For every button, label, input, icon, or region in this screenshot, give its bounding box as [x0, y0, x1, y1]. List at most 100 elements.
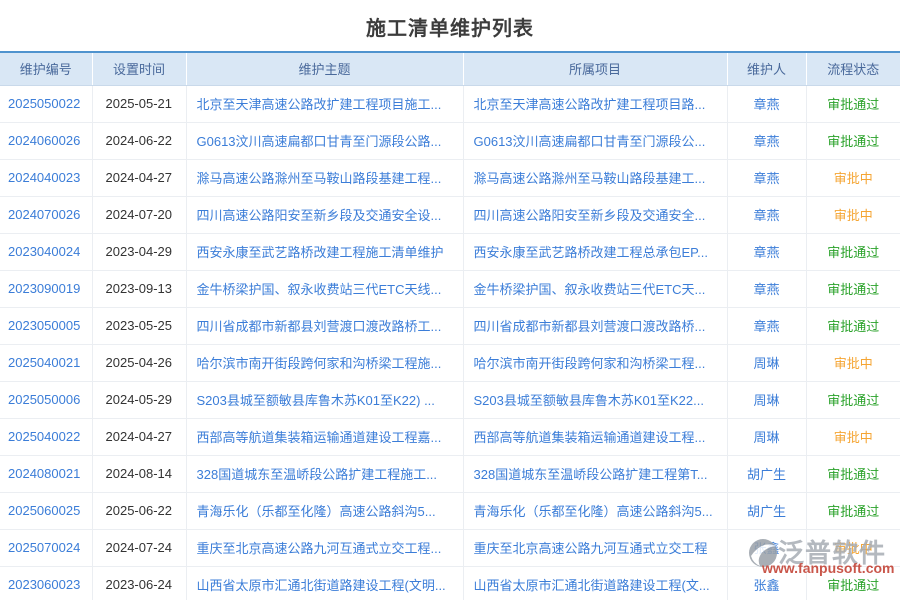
maintenance-id-link[interactable]: 2024070026 [8, 207, 80, 222]
project-link-cell: S203县城至额敏县库鲁木苏K01至K22... [463, 381, 727, 418]
maintenance-id-link[interactable]: 2024080021 [8, 466, 80, 481]
maintenance-id-link[interactable]: 2025050006 [8, 392, 80, 407]
maintenance-id-link[interactable]: 2025040022 [8, 429, 80, 444]
maintenance-id-link[interactable]: 2023060023 [8, 577, 80, 592]
status-badge-cell: 审批中 [806, 159, 900, 196]
maintainer-text-cell: 周琳 [727, 418, 806, 455]
subject-link-cell: 西部高等航道集装箱运输通道建设工程嘉... [186, 418, 463, 455]
project-link[interactable]: S203县城至额敏县库鲁木苏K01至K22... [474, 393, 704, 408]
set-date-text: 2023-09-13 [106, 281, 173, 296]
subject-link[interactable]: 四川省成都市新都县刘营渡口渡改路桥工... [197, 319, 442, 334]
maintainer-text: 周琳 [753, 393, 779, 408]
maintenance-id-link-cell: 2025050006 [0, 381, 92, 418]
set-date-text-cell: 2023-05-25 [92, 307, 186, 344]
status-badge: 审批通过 [827, 578, 879, 593]
maintenance-id-link-cell: 2023090019 [0, 270, 92, 307]
status-badge: 审批通过 [827, 319, 879, 334]
set-date-text: 2024-04-27 [106, 170, 173, 185]
subject-link[interactable]: S203县城至额敏县库鲁木苏K01至K22) ... [197, 393, 435, 408]
table-row: 2025040021 2025-04-26 哈尔滨市南开街段跨何家和沟桥梁工程施..… [0, 344, 900, 381]
status-badge-cell: 审批中 [806, 529, 900, 566]
maintenance-id-link-cell: 2023050005 [0, 307, 92, 344]
set-date-text: 2024-04-27 [106, 429, 173, 444]
project-link[interactable]: 328国道城东至温峤段公路扩建工程第T... [474, 467, 708, 482]
project-link[interactable]: 西部高等航道集装箱运输通道建设工程... [474, 430, 706, 445]
table-row: 2025060025 2025-06-22 青海乐化（乐都至化隆）高速公路斜沟5..… [0, 492, 900, 529]
subject-link[interactable]: 西安永康至武艺路桥改建工程施工清单维护 [197, 245, 444, 260]
column-header-maintainer: 维护人 [727, 52, 806, 85]
project-link-cell: 青海乐化（乐都至化隆）高速公路斜沟5... [463, 492, 727, 529]
project-link[interactable]: 四川省成都市新都县刘营渡口渡改路桥... [474, 319, 706, 334]
project-link[interactable]: 滁马高速公路滁州至马鞍山路段基建工... [474, 171, 706, 186]
set-date-text: 2024-06-22 [106, 133, 173, 148]
maintainer-text: 胡广生 [747, 504, 786, 519]
maintainer-text: 章燕 [753, 97, 779, 112]
set-date-text-cell: 2024-07-20 [92, 196, 186, 233]
project-link[interactable]: 重庆至北京高速公路九河互通式立交工程 [474, 541, 708, 556]
status-badge: 审批通过 [827, 245, 879, 260]
table-row: 2024070026 2024-07-20 四川高速公路阳安至新乡段及交通安全设..… [0, 196, 900, 233]
maintenance-id-link[interactable]: 2023090019 [8, 281, 80, 296]
maintainer-text: 章燕 [753, 282, 779, 297]
subject-link[interactable]: 哈尔滨市南开街段跨何家和沟桥梁工程施... [197, 356, 442, 371]
maintenance-id-link[interactable]: 2025060025 [8, 503, 80, 518]
column-header-id: 维护编号 [0, 52, 92, 85]
status-badge: 审批中 [834, 356, 873, 371]
subject-link[interactable]: G0613汶川高速扁都口甘青至门源段公路... [197, 134, 442, 149]
set-date-text-cell: 2025-05-21 [92, 85, 186, 122]
subject-link[interactable]: 328国道城东至温峤段公路扩建工程施工... [197, 467, 438, 482]
set-date-text-cell: 2024-06-22 [92, 122, 186, 159]
maintenance-id-link[interactable]: 2025070024 [8, 540, 80, 555]
status-badge-cell: 审批通过 [806, 381, 900, 418]
table-row: 2024040023 2024-04-27 滁马高速公路滁州至马鞍山路段基建工程..… [0, 159, 900, 196]
maintenance-id-link[interactable]: 2025040021 [8, 355, 80, 370]
project-link[interactable]: 哈尔滨市南开街段跨何家和沟桥梁工程... [474, 356, 706, 371]
maintenance-id-link[interactable]: 2024040023 [8, 170, 80, 185]
status-badge: 审批通过 [827, 282, 879, 297]
column-header-date: 设置时间 [92, 52, 186, 85]
project-link[interactable]: 四川高速公路阳安至新乡段及交通安全... [474, 208, 706, 223]
maintainer-text: 周琳 [753, 356, 779, 371]
subject-link[interactable]: 重庆至北京高速公路九河互通式立交工程... [197, 541, 442, 556]
project-link-cell: 北京至天津高速公路改扩建工程项目路... [463, 85, 727, 122]
subject-link[interactable]: 滁马高速公路滁州至马鞍山路段基建工程... [197, 171, 442, 186]
maintenance-id-link[interactable]: 2023040024 [8, 244, 80, 259]
subject-link[interactable]: 西部高等航道集装箱运输通道建设工程嘉... [197, 430, 442, 445]
project-link[interactable]: 山西省太原市汇通北街道路建设工程(文... [474, 578, 710, 593]
project-link[interactable]: 青海乐化（乐都至化隆）高速公路斜沟5... [474, 504, 713, 519]
maintainer-text-cell: 章燕 [727, 85, 806, 122]
table-row: 20240800212024-08-14328国道城东至温峤段公路扩建工程施工.… [0, 455, 900, 492]
maintenance-id-link[interactable]: 2023050005 [8, 318, 80, 333]
maintenance-id-link[interactable]: 2025050022 [8, 96, 80, 111]
status-badge-cell: 审批中 [806, 418, 900, 455]
subject-link[interactable]: 青海乐化（乐都至化隆）高速公路斜沟5... [197, 504, 436, 519]
maintainer-text-cell: 章燕 [727, 270, 806, 307]
subject-link-cell: 四川省成都市新都县刘营渡口渡改路桥工... [186, 307, 463, 344]
maintainer-text: 胡广生 [747, 467, 786, 482]
subject-link[interactable]: 山西省太原市汇通北街道路建设工程(文明... [197, 578, 446, 593]
set-date-text-cell: 2023-09-13 [92, 270, 186, 307]
project-link[interactable]: 金牛桥梁护国、叙永收费站三代ETC天... [474, 282, 706, 297]
table-row: 20250500062024-05-29S203县城至额敏县库鲁木苏K01至K2… [0, 381, 900, 418]
subject-link-cell: 哈尔滨市南开街段跨何家和沟桥梁工程施... [186, 344, 463, 381]
subject-link-cell: 滁马高速公路滁州至马鞍山路段基建工程... [186, 159, 463, 196]
status-badge: 审批中 [834, 430, 873, 445]
set-date-text: 2025-06-22 [106, 503, 173, 518]
status-badge: 审批中 [834, 171, 873, 186]
table-row: 2023060023 2023-06-24 山西省太原市汇通北街道路建设工程(文明.… [0, 566, 900, 600]
set-date-text-cell: 2025-04-26 [92, 344, 186, 381]
set-date-text: 2023-06-24 [106, 577, 173, 592]
table-row: 2023050005 2023-05-25 四川省成都市新都县刘营渡口渡改路桥工..… [0, 307, 900, 344]
maintenance-id-link[interactable]: 2024060026 [8, 133, 80, 148]
subject-link[interactable]: 金牛桥梁护国、叙永收费站三代ETC天线... [197, 282, 442, 297]
project-link[interactable]: G0613汶川高速扁都口甘青至门源段公... [474, 134, 706, 149]
subject-link[interactable]: 北京至天津高速公路改扩建工程项目施工... [197, 97, 442, 112]
subject-link-cell: 山西省太原市汇通北街道路建设工程(文明... [186, 566, 463, 600]
project-link[interactable]: 北京至天津高速公路改扩建工程项目路... [474, 97, 706, 112]
subject-link[interactable]: 四川高速公路阳安至新乡段及交通安全设... [197, 208, 442, 223]
subject-link-cell: 青海乐化（乐都至化隆）高速公路斜沟5... [186, 492, 463, 529]
set-date-text-cell: 2024-07-24 [92, 529, 186, 566]
column-header-status: 流程状态 [806, 52, 900, 85]
project-link[interactable]: 西安永康至武艺路桥改建工程总承包EP... [474, 245, 709, 260]
maintainer-text: 章燕 [753, 171, 779, 186]
